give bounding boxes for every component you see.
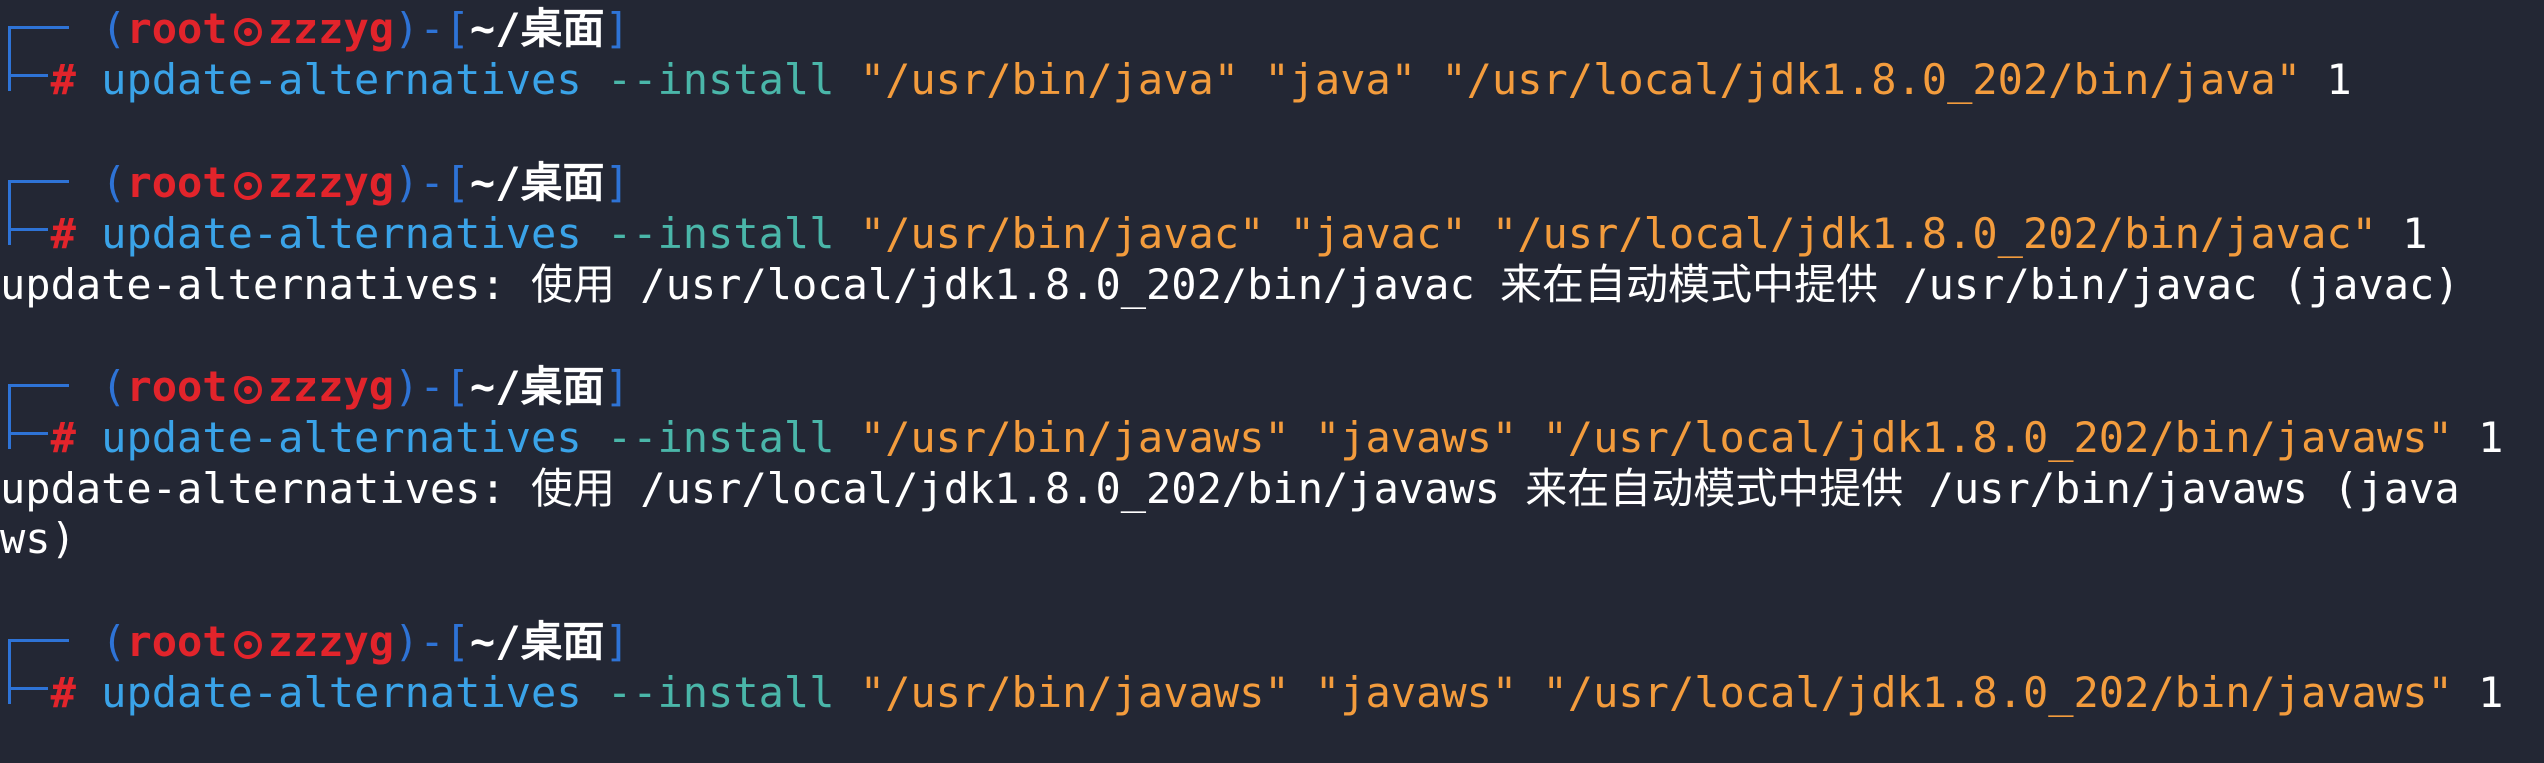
command-args: "/usr/bin/javac" "javac" "/usr/local/jdk… bbox=[859, 209, 2377, 258]
prompt-user: root bbox=[126, 617, 228, 666]
prompt-host: zzzyg bbox=[267, 617, 395, 666]
command-option: --install bbox=[606, 668, 835, 717]
output-line: update-alternatives: 使用 /usr/local/jdk1.… bbox=[0, 260, 2460, 309]
prompt-dir: ~/桌面 bbox=[469, 158, 605, 207]
output-line: ws) bbox=[0, 514, 76, 563]
prompt-user: root bbox=[126, 362, 228, 411]
command-priority: 1 bbox=[2326, 55, 2352, 104]
command-option: --install bbox=[606, 413, 835, 462]
prompt-line: (root zzzyg)-[~/桌面] bbox=[101, 158, 630, 207]
command-line: # update-alternatives --install "/usr/bi… bbox=[50, 55, 2352, 104]
command-args: "/usr/bin/javaws" "javaws" "/usr/local/j… bbox=[859, 413, 2453, 462]
command-priority: 1 bbox=[2402, 209, 2428, 258]
skull-icon bbox=[233, 631, 262, 659]
prompt-host: zzzyg bbox=[267, 4, 395, 53]
prompt-line: (root zzzyg)-[~/桌面] bbox=[101, 362, 630, 411]
command-line: # update-alternatives --install "/usr/bi… bbox=[50, 209, 2428, 258]
command-args: "/usr/bin/java" "java" "/usr/local/jdk1.… bbox=[859, 55, 2302, 104]
command-option: --install bbox=[606, 209, 835, 258]
command-name: update-alternatives bbox=[101, 55, 582, 104]
command-priority: 1 bbox=[2478, 413, 2504, 462]
skull-icon bbox=[233, 18, 262, 46]
command-line[interactable]: # update-alternatives --install "/usr/bi… bbox=[0, 668, 2504, 718]
output-line: update-alternatives: 使用 /usr/local/jdk1.… bbox=[0, 464, 2460, 513]
prompt-dir: ~/桌面 bbox=[469, 617, 605, 666]
prompt-line: (root zzzyg)-[~/桌面] bbox=[101, 617, 630, 666]
command-priority: 1 bbox=[2478, 668, 2504, 717]
terminal-window[interactable]: (root zzzyg)-[~/桌面] # update-alternatives… bbox=[0, 0, 2544, 763]
command-args: "/usr/bin/javaws" "javaws" "/usr/local/j… bbox=[859, 668, 2453, 717]
prompt-line: (root zzzyg)-[~/桌面] bbox=[101, 4, 630, 53]
prompt-user: root bbox=[126, 158, 228, 207]
prompt-dir: ~/桌面 bbox=[469, 362, 605, 411]
command-name: update-alternatives bbox=[101, 413, 582, 462]
skull-icon bbox=[233, 376, 262, 404]
prompt-dir: ~/桌面 bbox=[469, 4, 605, 53]
command-name: update-alternatives bbox=[101, 209, 582, 258]
command-line: # update-alternatives --install "/usr/bi… bbox=[50, 413, 2504, 462]
command-name: update-alternatives bbox=[101, 668, 582, 717]
prompt-host: zzzyg bbox=[267, 362, 395, 411]
skull-icon bbox=[233, 172, 262, 200]
command-option: --install bbox=[606, 55, 835, 104]
prompt-user: root bbox=[126, 4, 228, 53]
prompt-host: zzzyg bbox=[267, 158, 395, 207]
